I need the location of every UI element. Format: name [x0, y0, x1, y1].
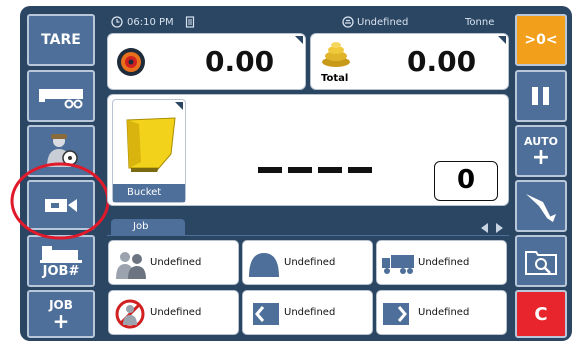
job-tab-divider [107, 235, 509, 236]
auto-add-button[interactable]: AUTO + [515, 125, 567, 177]
job-field-value: Undefined [418, 307, 470, 318]
job-field-value: Undefined [284, 307, 336, 318]
bucket-label: Bucket [113, 184, 185, 202]
job-page-arrows[interactable] [477, 220, 507, 234]
tare-label: TARE [41, 32, 81, 48]
customer-icon [116, 252, 146, 279]
zero-label: >0< [524, 32, 558, 48]
total-weight-value: 0.00 [407, 45, 477, 78]
display-dash-2 [288, 167, 312, 173]
highlight-circle [10, 162, 110, 240]
auto-plus: + [531, 144, 551, 170]
total-weight-panel[interactable]: Total 0.00 [310, 33, 509, 90]
total-label: Total [321, 73, 349, 84]
load-panel: Bucket 0 [107, 94, 509, 206]
trailer-icon [39, 89, 83, 109]
job-field-value: Undefined [284, 257, 336, 268]
status-time: 06:10 PM [127, 17, 174, 28]
clear-label: C [534, 303, 548, 325]
status-unit: Tonne [465, 17, 495, 28]
truck-scale-icon [40, 245, 82, 263]
panel-corner-marker [295, 36, 303, 44]
trailer-button[interactable] [27, 70, 95, 122]
job-field-location[interactable]: Undefined [242, 240, 373, 285]
pause-icon [532, 87, 549, 105]
job-field-value: Undefined [150, 307, 202, 318]
zero-button[interactable]: >0< [515, 14, 567, 66]
job-field-source[interactable]: Undefined [242, 290, 373, 335]
job-field-value: Undefined [418, 257, 470, 268]
truck-icon [382, 255, 414, 274]
display-dash-4 [348, 167, 372, 173]
status-bar: 06:10 PM Undefined Tonne [105, 14, 510, 32]
tare-button[interactable]: TARE [27, 14, 95, 66]
material-icon [342, 16, 354, 31]
job-field-operator[interactable]: Undefined [108, 290, 239, 335]
clock-icon [111, 16, 123, 31]
no-operator-icon [115, 299, 145, 329]
bucket-icon [126, 117, 176, 172]
job-field-destination[interactable]: Undefined [376, 290, 507, 335]
current-weight-value: 0.00 [205, 45, 275, 78]
panel-corner-marker [175, 102, 183, 110]
panel-corner-marker [498, 36, 506, 44]
scale-screen: TARE JOB# JOB + 06:10 PM Undefined Tonne… [0, 0, 572, 343]
pause-button[interactable] [515, 70, 567, 122]
job-number-button[interactable]: JOB# [27, 235, 95, 287]
job-field-truck[interactable]: Undefined [376, 240, 507, 285]
target-icon [117, 48, 145, 76]
memory-icon [185, 16, 195, 31]
job-number-label: JOB# [42, 263, 80, 279]
bucket-count: 0 [434, 161, 498, 201]
search-records-button[interactable] [515, 235, 567, 287]
add-job-plus: + [52, 309, 70, 333]
current-weight-panel[interactable]: 0.00 [107, 33, 306, 90]
display-dash-1 [258, 167, 282, 173]
clear-button[interactable]: C [515, 290, 567, 338]
coins-icon [322, 42, 350, 67]
dump-button[interactable] [515, 180, 567, 232]
display-dash-3 [318, 167, 342, 173]
location-icon [249, 253, 279, 277]
dump-bucket-icon [526, 194, 556, 222]
source-icon [253, 303, 279, 325]
destination-icon [383, 303, 409, 325]
folder-search-icon [525, 251, 557, 275]
status-material: Undefined [357, 17, 409, 28]
job-field-value: Undefined [150, 257, 202, 268]
job-tab[interactable]: Job [111, 219, 185, 235]
bucket-selector[interactable]: Bucket [112, 99, 186, 203]
add-job-button[interactable]: JOB + [27, 290, 95, 338]
job-field-customer[interactable]: Undefined [108, 240, 239, 285]
